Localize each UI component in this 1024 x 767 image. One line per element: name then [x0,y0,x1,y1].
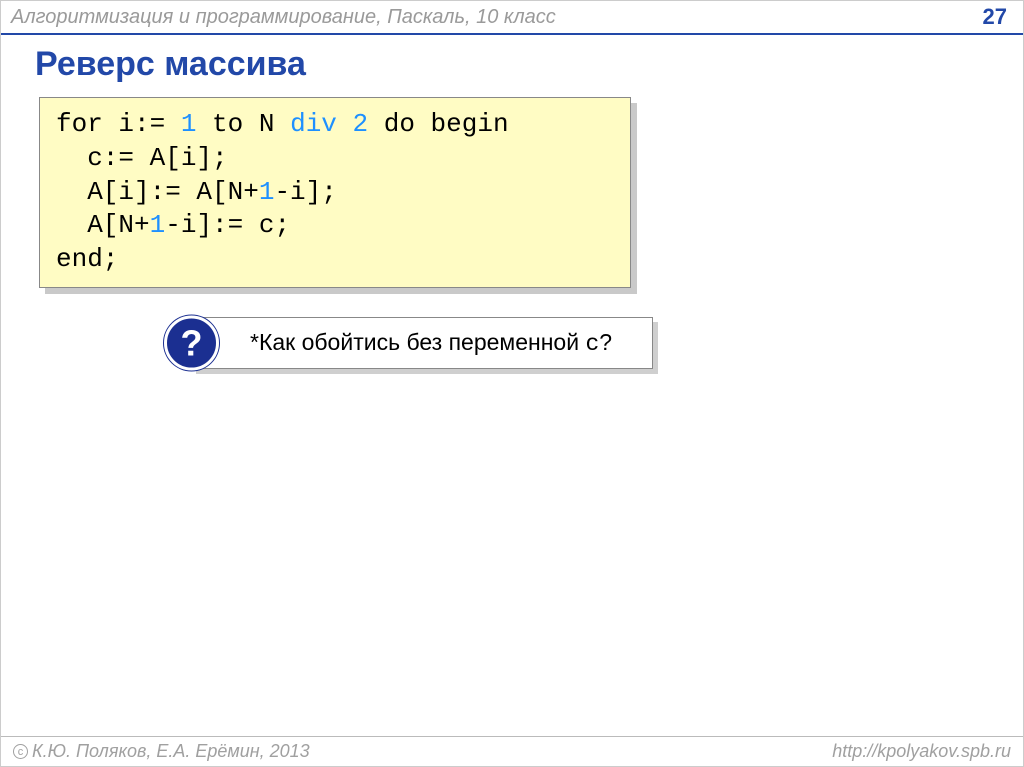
code-body: for i:= 1 to N div 2 do begin c:= A[i]; … [39,97,631,288]
code-token: do begin [368,109,508,139]
header-bar: Алгоритмизация и программирование, Паска… [1,1,1023,35]
code-token: -i]; [274,177,336,207]
code-token: for [56,109,118,139]
question-icon: ? [164,316,219,371]
footer-bar: c К.Ю. Поляков, Е.А. Ерёмин, 2013 http:/… [1,736,1023,766]
copyright-icon: c [13,744,28,759]
footer-authors: К.Ю. Поляков, Е.А. Ерёмин, 2013 [32,741,310,762]
page-number: 27 [983,4,1013,30]
code-token: c:= A[i]; [56,143,228,173]
hint-suffix: ? [599,329,612,355]
breadcrumb: Алгоритмизация и программирование, Паска… [11,6,983,29]
code-token: div [290,109,337,139]
code-block: for i:= 1 to N div 2 do begin c:= A[i]; … [39,97,631,288]
hint-text: *Как обойтись без переменной c? [250,329,612,357]
code-token: i:= [118,109,180,139]
hint-box: ? *Как обойтись без переменной c? [191,317,653,369]
hint-prefix: *Как обойтись без переменной [250,329,585,355]
footer-left: c К.Ю. Поляков, Е.А. Ерёмин, 2013 [13,741,832,762]
code-token: 1 [181,109,197,139]
footer-url: http://kpolyakov.spb.ru [832,741,1011,762]
code-token: -i]:= c; [165,210,290,240]
code-token: A[i]:= A[N+ [56,177,259,207]
code-token: A[N+ [56,210,150,240]
slide: Алгоритмизация и программирование, Паска… [0,0,1024,767]
page-title: Реверс массива [35,45,306,84]
code-token: end; [56,244,118,274]
code-token: 1 [259,177,275,207]
code-token: to [196,109,258,139]
hint-var: c [585,331,599,357]
hint-body: ? *Как обойтись без переменной c? [191,317,653,369]
code-token: 1 [150,210,166,240]
code-token: 2 [353,109,369,139]
code-token: N [259,109,290,139]
code-token [337,109,353,139]
